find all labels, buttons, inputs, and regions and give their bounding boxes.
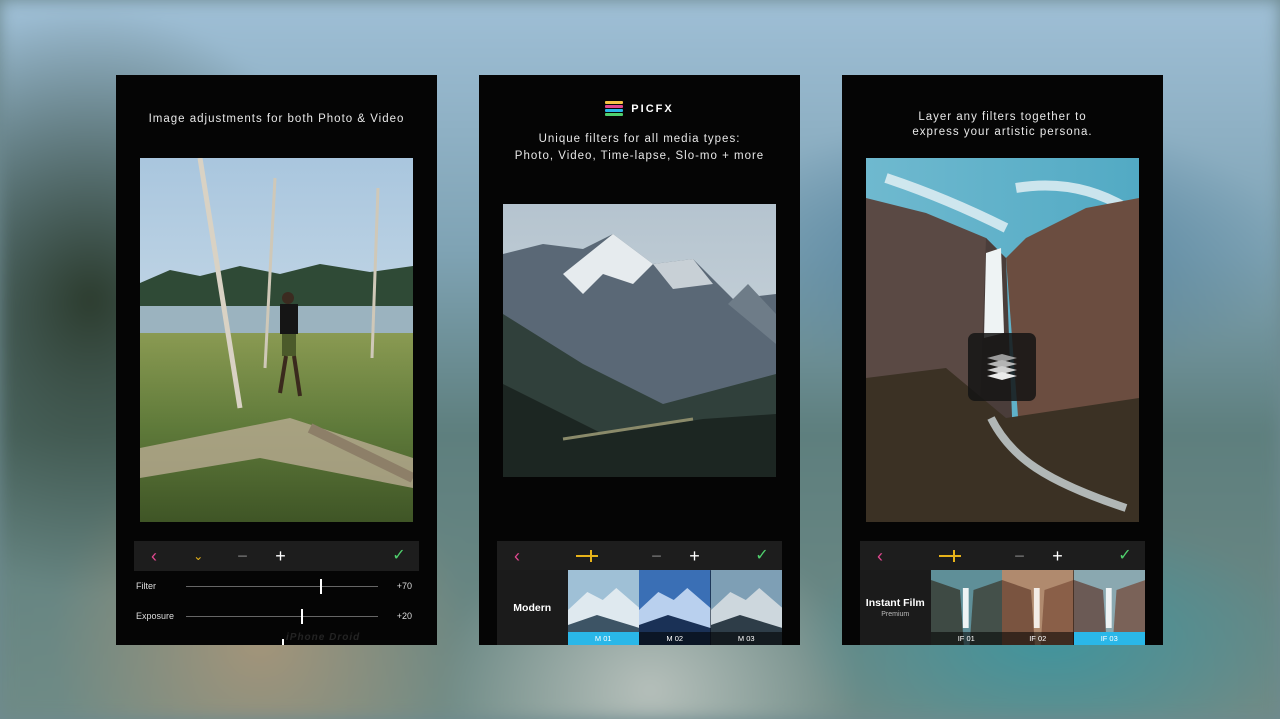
slider-icon[interactable] (575, 550, 598, 562)
thumb-label: M 02 (639, 632, 711, 645)
adjustment-value: +70 (396, 581, 412, 591)
slider-icon[interactable] (938, 550, 961, 562)
layer-toolbar: ‹ − + ✓ (860, 541, 1145, 571)
plus-button[interactable]: + (271, 546, 291, 566)
thumb-label: M 01 (567, 632, 640, 645)
exposure-slider[interactable] (186, 608, 378, 624)
chevron-down-icon[interactable]: ⌄ (188, 546, 208, 566)
screenshot-adjustments: Image adjustments for both Photo & Video (116, 75, 437, 645)
caption-line-1: Layer any filters together to (918, 111, 1087, 123)
thumb-label: IF 03 (1073, 632, 1145, 645)
adjustment-next (136, 636, 412, 645)
adjustment-label: Exposure (136, 611, 175, 621)
screenshot-filters: PICFX Unique filters for all media types… (479, 75, 800, 645)
check-icon[interactable]: ✓ (1115, 546, 1135, 566)
adjustment-label: Filter (136, 581, 156, 591)
adjustment-value: +20 (396, 611, 412, 621)
chevron-left-icon[interactable]: ‹ (507, 546, 527, 566)
minus-button[interactable]: − (233, 546, 253, 566)
thumb-label: IF 01 (930, 632, 1003, 645)
slider-knob[interactable] (320, 578, 323, 594)
layers-button[interactable] (968, 333, 1036, 401)
minus-button[interactable]: − (1010, 546, 1030, 566)
adjustment-filter: Filter +70 (136, 576, 412, 596)
layers-icon (987, 354, 1017, 380)
adjustment-exposure: Exposure +20 (136, 606, 412, 626)
photo-hiker (140, 158, 413, 522)
filter-slider[interactable] (186, 578, 378, 594)
minus-button[interactable]: − (647, 546, 667, 566)
filter-thumb[interactable]: IF 02 (1002, 570, 1074, 645)
filter-thumb[interactable]: M 03 (710, 570, 782, 645)
brand: PICFX (479, 101, 800, 117)
category-name: Modern (513, 601, 552, 614)
slider-knob[interactable] (301, 608, 304, 624)
caption-line-2: express your artistic persona. (912, 126, 1093, 138)
adjust-toolbar: ‹ ⌄ − + ✓ (134, 541, 419, 571)
filter-category[interactable]: Modern (497, 570, 568, 645)
photo-mountain (503, 204, 776, 477)
picfx-logo-icon (605, 101, 624, 117)
watermark: iPhone Droid (286, 632, 361, 643)
slider-knob[interactable] (282, 638, 284, 645)
chevron-left-icon[interactable]: ‹ (144, 546, 164, 566)
check-icon[interactable]: ✓ (752, 546, 772, 566)
chevron-left-icon[interactable]: ‹ (870, 546, 890, 566)
thumb-label: M 03 (710, 632, 782, 645)
check-icon[interactable]: ✓ (389, 546, 409, 566)
screenshot-layers: Layer any filters together to express yo… (842, 75, 1163, 645)
filter-thumb[interactable]: IF 03 (1073, 570, 1145, 645)
filter-category[interactable]: Instant Film Premium (860, 570, 931, 645)
caption-line-2: Photo, Video, Time-lapse, Slo-mo + more (514, 150, 765, 162)
filter-strip: Instant Film Premium IF 01 IF 02 IF 03 (860, 570, 1145, 645)
category-sub: Premium (881, 611, 910, 618)
filter-thumb[interactable]: M 02 (639, 570, 711, 645)
caption-line-1: Unique filters for all media types: (538, 133, 741, 145)
plus-button[interactable]: + (685, 546, 705, 566)
plus-button[interactable]: + (1048, 546, 1068, 566)
caption: Image adjustments for both Photo & Video (148, 113, 405, 125)
filter-toolbar: ‹ − + ✓ (497, 541, 782, 571)
filter-thumb[interactable]: IF 01 (930, 570, 1003, 645)
brand-name: PICFX (631, 103, 674, 115)
category-name: Instant Film (865, 597, 925, 609)
filter-strip: Modern M 01 M 02 M 03 (497, 570, 782, 645)
filter-thumb[interactable]: M 01 (567, 570, 640, 645)
thumb-label: IF 02 (1002, 632, 1074, 645)
